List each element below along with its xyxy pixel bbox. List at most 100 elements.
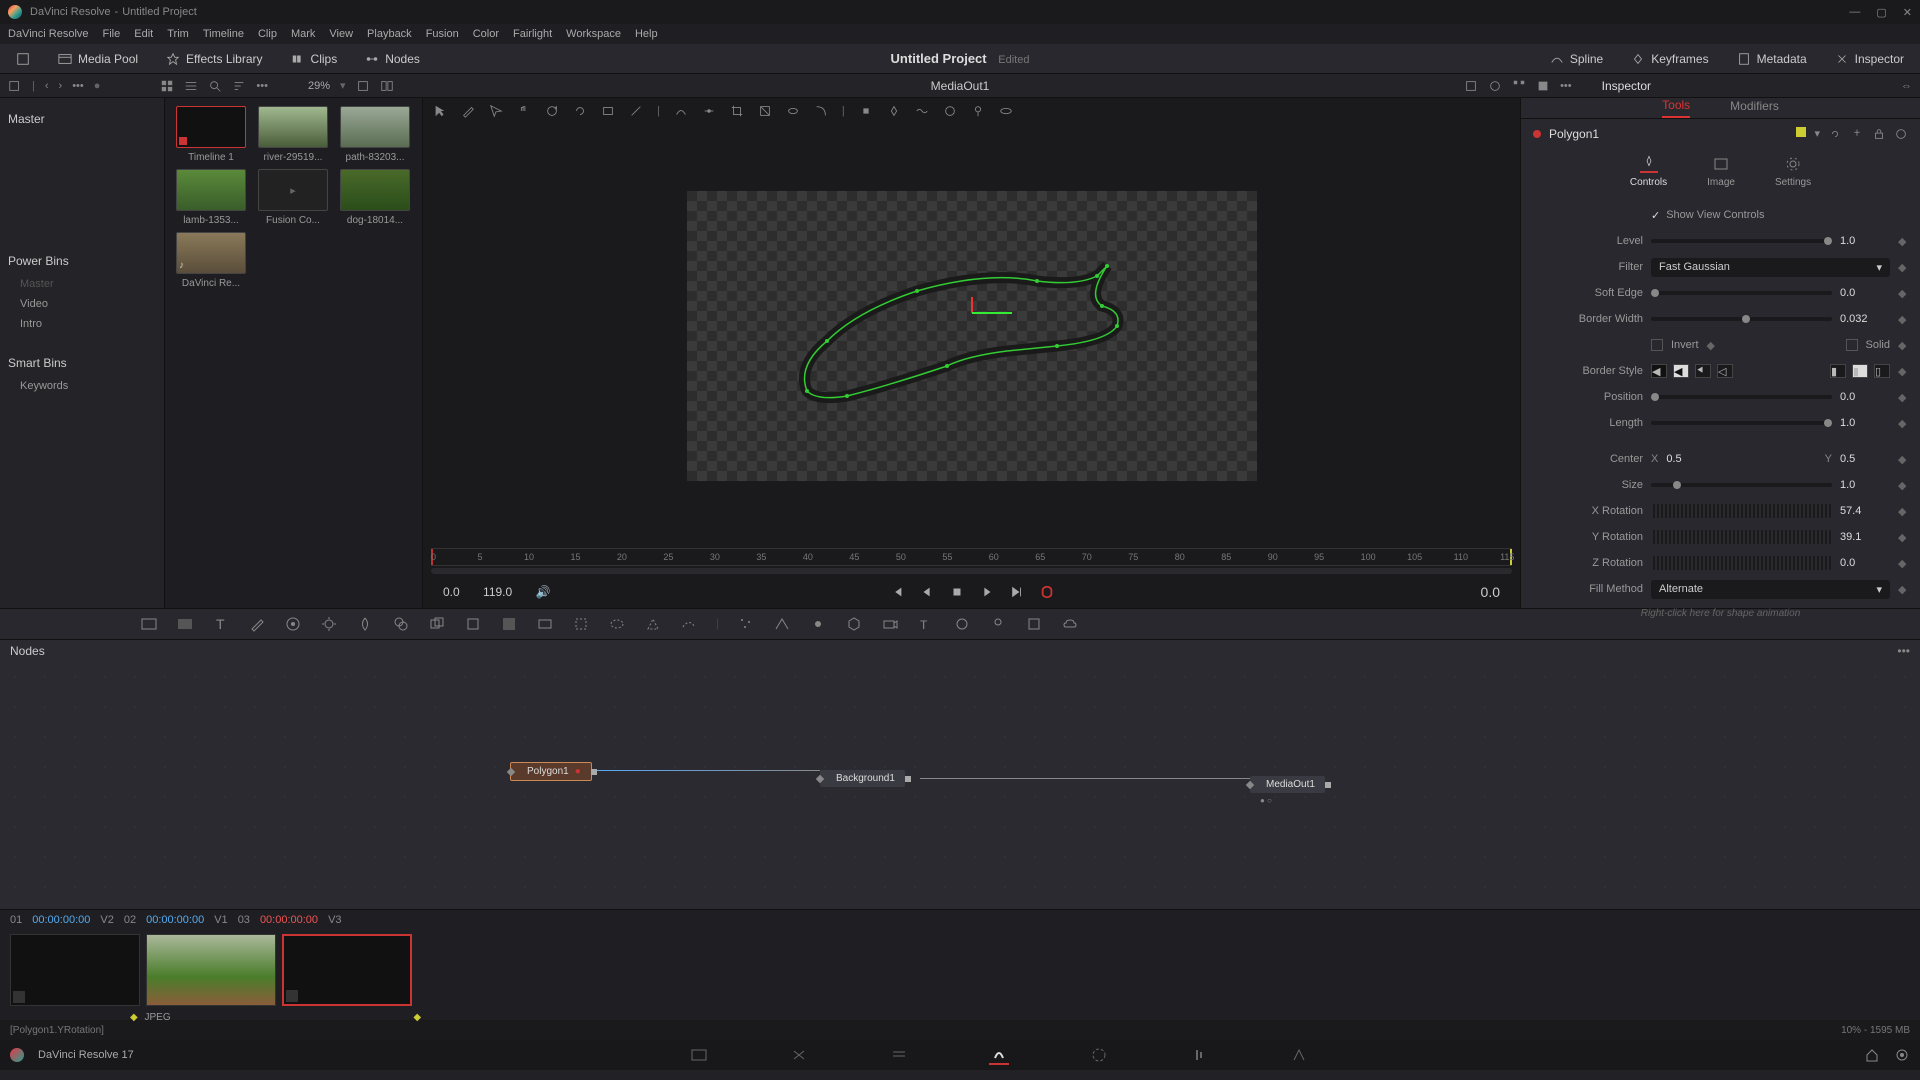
check-icon[interactable]: ✓ bbox=[1651, 209, 1660, 222]
page-fusion[interactable] bbox=[989, 1045, 1009, 1065]
transform-icon[interactable] bbox=[464, 615, 482, 633]
cloud-icon[interactable] bbox=[1061, 615, 1079, 633]
level-value[interactable]: 1.0 bbox=[1840, 235, 1890, 247]
expand-icon[interactable]: ⇔ bbox=[1901, 80, 1912, 92]
keyframe-icon[interactable]: ◆ bbox=[1898, 261, 1908, 274]
nodes-button[interactable]: Nodes bbox=[357, 48, 428, 70]
first-frame-button[interactable] bbox=[890, 585, 904, 599]
keyframe-icon[interactable]: ◆ bbox=[1898, 453, 1908, 466]
expand-button[interactable] bbox=[8, 48, 38, 70]
menu-item[interactable]: DaVinci Resolve bbox=[8, 28, 89, 40]
effects-library-button[interactable]: Effects Library bbox=[158, 48, 270, 70]
view-indicator-icon[interactable]: ● ○ bbox=[1260, 796, 1272, 805]
border-width-slider[interactable] bbox=[1651, 317, 1832, 321]
page-edit[interactable] bbox=[889, 1045, 909, 1065]
shape-anim-hint[interactable]: Right-click here for shape animation bbox=[1533, 602, 1908, 625]
border-style-option[interactable]: ◁ bbox=[1717, 364, 1733, 378]
size-value[interactable]: 1.0 bbox=[1840, 479, 1890, 491]
menu-item[interactable]: Timeline bbox=[203, 28, 244, 40]
keyframe-icon[interactable]: ◆ bbox=[1898, 339, 1908, 352]
color-correct-icon[interactable] bbox=[392, 615, 410, 633]
layout-icon[interactable] bbox=[380, 79, 394, 93]
mask-polygon-icon[interactable] bbox=[644, 615, 662, 633]
fill-method-select[interactable]: Alternate▾ bbox=[1651, 580, 1890, 599]
clip-thumb[interactable] bbox=[282, 934, 412, 1006]
media-thumb[interactable]: path-83203... bbox=[337, 106, 413, 163]
more-icon[interactable]: ••• bbox=[1560, 80, 1572, 92]
3d-icon[interactable] bbox=[845, 615, 863, 633]
rect-tool-icon[interactable] bbox=[601, 104, 615, 118]
page-cut[interactable] bbox=[789, 1045, 809, 1065]
menu-item[interactable]: View bbox=[329, 28, 353, 40]
grid-view-icon[interactable] bbox=[160, 79, 174, 93]
xrot-value[interactable]: 57.4 bbox=[1840, 505, 1890, 517]
fit-icon[interactable] bbox=[356, 79, 370, 93]
size-slider[interactable] bbox=[1651, 483, 1832, 487]
menu-item[interactable]: Color bbox=[473, 28, 499, 40]
menu-item[interactable]: Help bbox=[635, 28, 658, 40]
camera-icon[interactable] bbox=[881, 615, 899, 633]
menu-item[interactable]: Playback bbox=[367, 28, 412, 40]
menu-item[interactable]: Workspace bbox=[566, 28, 621, 40]
metadata-button[interactable]: Metadata bbox=[1729, 48, 1815, 70]
light-icon[interactable] bbox=[989, 615, 1007, 633]
paint-tool-icon[interactable] bbox=[461, 104, 475, 118]
mask-tool-icon[interactable] bbox=[758, 104, 772, 118]
clips-button[interactable]: Clips bbox=[283, 48, 346, 70]
keyframe-icon[interactable]: ◆ bbox=[1898, 235, 1908, 248]
menu-item[interactable]: File bbox=[103, 28, 121, 40]
lock-icon[interactable] bbox=[1872, 127, 1886, 141]
node-mediaout[interactable]: MediaOut1 bbox=[1250, 776, 1325, 793]
viewer-opt2-icon[interactable] bbox=[1488, 79, 1502, 93]
keyframe-icon[interactable]: ◆ bbox=[1898, 391, 1908, 404]
soft-edge-slider[interactable] bbox=[1651, 291, 1832, 295]
menu-item[interactable]: Fusion bbox=[426, 28, 459, 40]
zoom-level[interactable]: 29% bbox=[308, 80, 330, 92]
level-slider[interactable] bbox=[1651, 239, 1832, 243]
bezier-tool-icon[interactable] bbox=[674, 104, 688, 118]
mask-ellipse-icon[interactable] bbox=[608, 615, 626, 633]
more-icon[interactable]: ••• bbox=[256, 80, 268, 92]
subtab-image[interactable]: Image bbox=[1707, 155, 1735, 188]
border-width-value[interactable]: 0.032 bbox=[1840, 313, 1890, 325]
node-link[interactable] bbox=[920, 778, 1250, 779]
border-style-option[interactable]: ◀ bbox=[1673, 364, 1689, 378]
media-thumb[interactable]: dog-18014... bbox=[337, 169, 413, 226]
close-button[interactable]: ✕ bbox=[1903, 6, 1912, 19]
color-swatch-icon[interactable] bbox=[1796, 127, 1806, 137]
nav-fwd-button[interactable]: › bbox=[59, 80, 63, 92]
menu-item[interactable]: Fairlight bbox=[513, 28, 552, 40]
subtab-controls[interactable]: Controls bbox=[1630, 155, 1667, 188]
yrot-value[interactable]: 39.1 bbox=[1840, 531, 1890, 543]
prev-frame-button[interactable] bbox=[920, 585, 934, 599]
mask-rect-icon[interactable] bbox=[572, 615, 590, 633]
text-icon[interactable]: T bbox=[212, 615, 230, 633]
page-media[interactable] bbox=[689, 1045, 709, 1065]
loop-tool-icon[interactable] bbox=[786, 104, 800, 118]
menu-item[interactable]: Trim bbox=[167, 28, 189, 40]
globe-tool-icon[interactable] bbox=[943, 104, 957, 118]
last-frame-button[interactable] bbox=[1010, 585, 1024, 599]
mask-bspline-icon[interactable] bbox=[680, 615, 698, 633]
nav-back-button[interactable]: ‹ bbox=[45, 80, 49, 92]
keyframe-icon[interactable]: ◆ bbox=[1898, 365, 1908, 378]
power-bin-item[interactable]: Intro bbox=[8, 314, 156, 334]
keyframe-icon[interactable]: ◆ bbox=[1898, 531, 1908, 544]
solid-checkbox[interactable] bbox=[1846, 339, 1858, 351]
keyframe-icon[interactable]: ◆ bbox=[1707, 339, 1717, 352]
merge-icon[interactable] bbox=[428, 615, 446, 633]
particles-icon[interactable] bbox=[737, 615, 755, 633]
media-in-icon[interactable] bbox=[140, 615, 158, 633]
viewer-opt-icon[interactable] bbox=[1464, 79, 1478, 93]
polygon-shape[interactable] bbox=[687, 191, 1257, 481]
nodes-menu-icon[interactable]: ••• bbox=[1897, 644, 1910, 658]
viewer-canvas[interactable] bbox=[423, 124, 1520, 548]
crop-tool-icon[interactable] bbox=[730, 104, 744, 118]
invert-checkbox[interactable] bbox=[1651, 339, 1663, 351]
page-deliver[interactable] bbox=[1289, 1045, 1309, 1065]
xrot-wheel[interactable] bbox=[1651, 504, 1832, 518]
scrub-bar[interactable] bbox=[431, 568, 1512, 574]
filter-select[interactable]: Fast Gaussian▾ bbox=[1651, 258, 1890, 277]
line-tool-icon[interactable] bbox=[629, 104, 643, 118]
loop-button[interactable] bbox=[1040, 585, 1054, 599]
